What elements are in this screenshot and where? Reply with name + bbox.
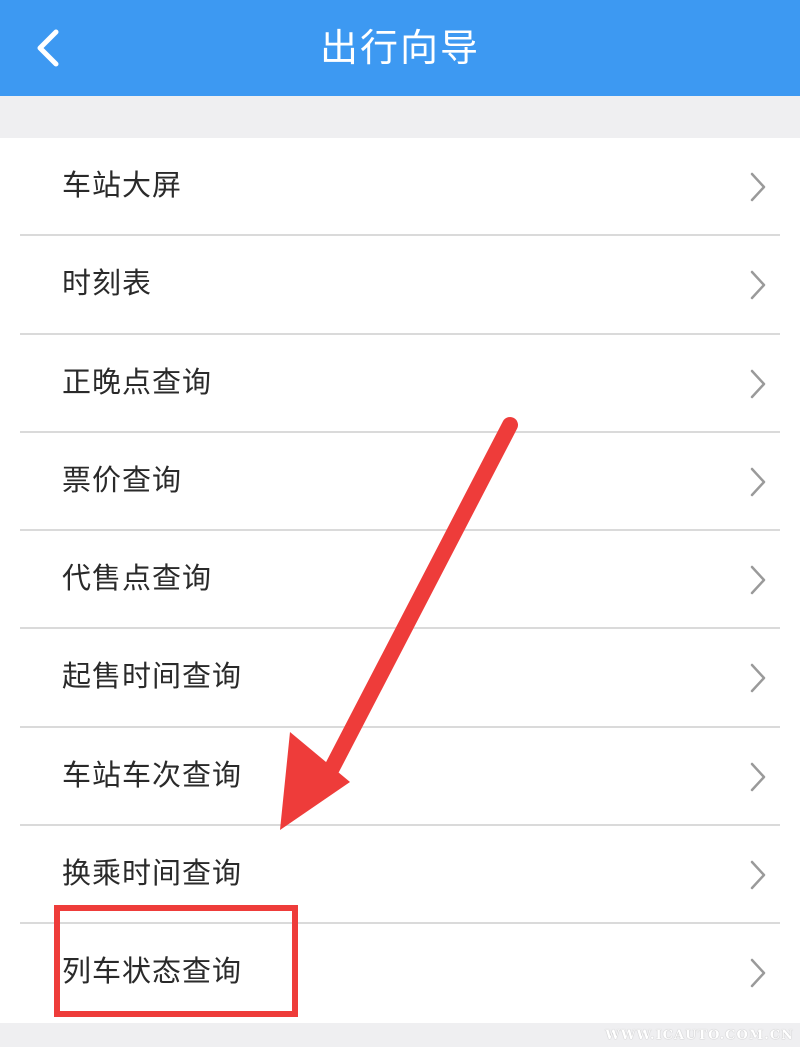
chevron-left-icon <box>37 29 59 67</box>
menu-list: 车站大屏 时刻表 正晚点查询 票价查询 代售点查询 起售时间查询 车站车次查询 … <box>0 138 800 1023</box>
app-header: 出行向导 <box>0 0 800 96</box>
chevron-right-icon <box>750 664 766 693</box>
chevron-right-icon <box>750 271 766 300</box>
highlight-box <box>54 905 298 1017</box>
back-button[interactable] <box>22 18 82 78</box>
watermark: WWW.ICAUTO.COM.CN <box>605 1028 794 1043</box>
chevron-right-icon <box>750 467 766 497</box>
chevron-right-icon <box>750 565 766 595</box>
menu-item-timetable[interactable]: 时刻表 <box>0 236 800 335</box>
menu-item-station-screen[interactable]: 车站大屏 <box>0 138 800 237</box>
menu-item-station-train-query[interactable]: 车站车次查询 <box>0 728 800 827</box>
section-gap <box>0 96 800 138</box>
bottom-strip: WWW.ICAUTO.COM.CN <box>0 1023 800 1047</box>
menu-item-punctuality-query[interactable]: 正晚点查询 <box>0 335 800 433</box>
chevron-right-icon <box>750 860 766 890</box>
chevron-right-icon <box>750 172 766 202</box>
chevron-right-icon <box>750 369 766 398</box>
menu-item-label: 正晚点查询 <box>62 364 213 399</box>
menu-item-label: 车站车次查询 <box>62 757 243 792</box>
menu-item-agency-query[interactable]: 代售点查询 <box>0 531 800 630</box>
menu-item-label: 起售时间查询 <box>62 659 243 694</box>
menu-item-label: 车站大屏 <box>62 168 183 202</box>
menu-item-label: 时刻表 <box>62 266 153 301</box>
chevron-right-icon <box>750 762 766 792</box>
page-title: 出行向导 <box>319 26 480 70</box>
menu-item-fare-query[interactable]: 票价查询 <box>0 433 800 532</box>
menu-item-sale-time-query[interactable]: 起售时间查询 <box>0 629 800 728</box>
menu-item-label: 票价查询 <box>62 462 183 497</box>
chevron-right-icon <box>750 959 766 988</box>
menu-item-label: 代售点查询 <box>62 561 213 596</box>
